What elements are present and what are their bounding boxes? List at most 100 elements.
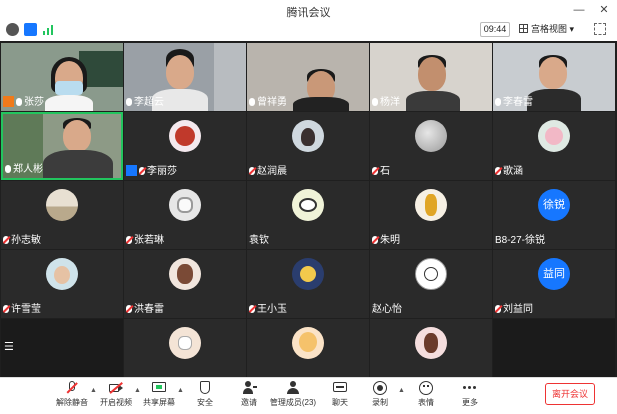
avatar [292,327,324,359]
mic-icon [372,98,378,106]
mic-icon [249,98,255,106]
invite-button[interactable]: 邀请 [229,381,269,408]
face-mask [55,81,83,95]
screen-share-icon [151,381,167,395]
participant-tile-active-speaker[interactable]: 郑人彬 [1,112,123,180]
signal-icon[interactable] [43,25,53,35]
avatar-initials: 徐锐 [538,189,570,221]
participant-tile[interactable]: 孙志敏 [1,181,123,249]
meeting-timer: 09:44 [480,22,510,37]
mic-muted-icon [3,236,9,244]
view-mode-select[interactable]: 宫格视图 ▾ [519,22,583,37]
mic-muted-icon [249,167,255,175]
participant-name: 张莎 [24,97,44,108]
participant-name: 曾祥勇 [257,97,287,108]
info-icon[interactable] [6,23,19,36]
leave-meeting-button[interactable]: 离开会议 [545,383,595,405]
participant-tile[interactable]: 许雪莹 [1,250,123,318]
record-button[interactable]: 录制 [360,381,400,408]
participant-tile[interactable]: 袁钦 [247,181,369,249]
minimize-button[interactable]: — [571,2,587,18]
avatar [415,327,447,359]
avatar [292,258,324,290]
participant-name: 朱明 [380,235,400,246]
video-grid: 张莎 李超云 曾祥勇 杨洋 李春雷 郑人彬 李丽莎 赵润晨 石 歌涵 孙志敏 张… [0,41,617,387]
participant-tile[interactable]: 李春雷 [493,43,615,111]
participant-name: 郑人彬 [13,164,43,175]
cohost-badge-icon [126,165,137,176]
unmute-button[interactable]: 解除静音 [52,381,92,408]
participant-tile[interactable]: 李超云 [124,43,246,111]
avatar [415,258,447,290]
manage-members-button[interactable]: 管理成员(23) [267,381,319,408]
close-button[interactable]: ✕ [596,2,612,18]
reactions-button[interactable]: 表情 [406,381,446,408]
participant-name: 李丽莎 [147,166,177,177]
participant-tile[interactable]: 赵润晨 [247,112,369,180]
avatar [46,258,78,290]
caret-up-icon[interactable]: ▲ [177,387,184,394]
participant-name: 李超云 [134,97,164,108]
participant-name: 张若琳 [134,235,164,246]
security-button[interactable]: 安全 [185,381,225,408]
participant-tile[interactable]: 王小玉 [247,250,369,318]
participant-name: 刘益同 [503,304,533,315]
avatar [169,189,201,221]
mic-icon [5,165,11,173]
participant-name: 杨洋 [380,97,400,108]
avatar [538,120,570,152]
record-icon [372,381,388,395]
participant-tile[interactable]: 歌涵 [493,112,615,180]
mic-muted-icon [3,305,9,313]
more-button[interactable]: 更多 [450,381,490,408]
shield-icon[interactable] [24,23,37,36]
fullscreen-icon[interactable] [594,23,606,35]
participant-tile[interactable]: 赵心怡 [370,250,492,318]
participant-name: 洪春雷 [134,304,164,315]
grid-view-icon [519,24,528,33]
participant-name: 许雪莹 [11,304,41,315]
mic-icon [495,98,501,106]
participant-name: 赵心怡 [372,304,402,315]
participant-name: 歌涵 [503,166,523,177]
mic-muted-icon [249,305,255,313]
chat-button[interactable]: 聊天 [320,381,360,408]
participant-tile[interactable]: 曾祥勇 [247,43,369,111]
participant-tile[interactable]: 李丽莎 [124,112,246,180]
mic-muted-icon [495,305,501,313]
start-video-button[interactable]: 开启视频 [96,381,136,408]
chat-icon [332,381,348,395]
meeting-toolbar: 09:44 宫格视图 ▾ [0,20,617,40]
mic-muted-icon [372,236,378,244]
camera-off-icon [108,381,124,395]
participant-tile[interactable]: 益同 刘益同 [493,250,615,318]
members-icon [285,381,301,395]
participant-name: 王小玉 [257,304,287,315]
participant-tile[interactable]: 石 [370,112,492,180]
participant-tile[interactable]: 朱明 [370,181,492,249]
participant-tile[interactable]: 张莎 [1,43,123,111]
host-badge-icon [3,96,14,107]
caret-up-icon[interactable]: ▲ [398,387,405,394]
participant-tile[interactable]: 张若琳 [124,181,246,249]
mic-icon [126,98,132,106]
participant-name: 石 [380,166,390,177]
participant-tile[interactable]: 徐锐 B8-27-徐锐 [493,181,615,249]
participant-name: 孙志敏 [11,235,41,246]
participant-name: 赵润晨 [257,166,287,177]
mic-muted-icon [64,381,80,395]
share-screen-button[interactable]: 共享屏幕 [139,381,179,408]
participant-tile[interactable]: 杨洋 [370,43,492,111]
avatar [415,120,447,152]
chevron-down-icon: ▾ [569,24,575,34]
window-title: 腾讯会议 [286,7,331,19]
invite-icon [241,381,257,395]
participant-name: 李春雷 [503,97,533,108]
avatar [292,189,324,221]
avatar [169,258,201,290]
avatar-initials: 益同 [538,258,570,290]
meeting-controls-bar: 解除静音 ▲ 开启视频 ▲ 共享屏幕 ▲ 安全 邀请 管理成员(23) 聊天 录… [0,377,617,414]
menu-icon[interactable]: ☰ [4,340,20,354]
participant-tile[interactable]: 洪春雷 [124,250,246,318]
door [214,43,246,111]
